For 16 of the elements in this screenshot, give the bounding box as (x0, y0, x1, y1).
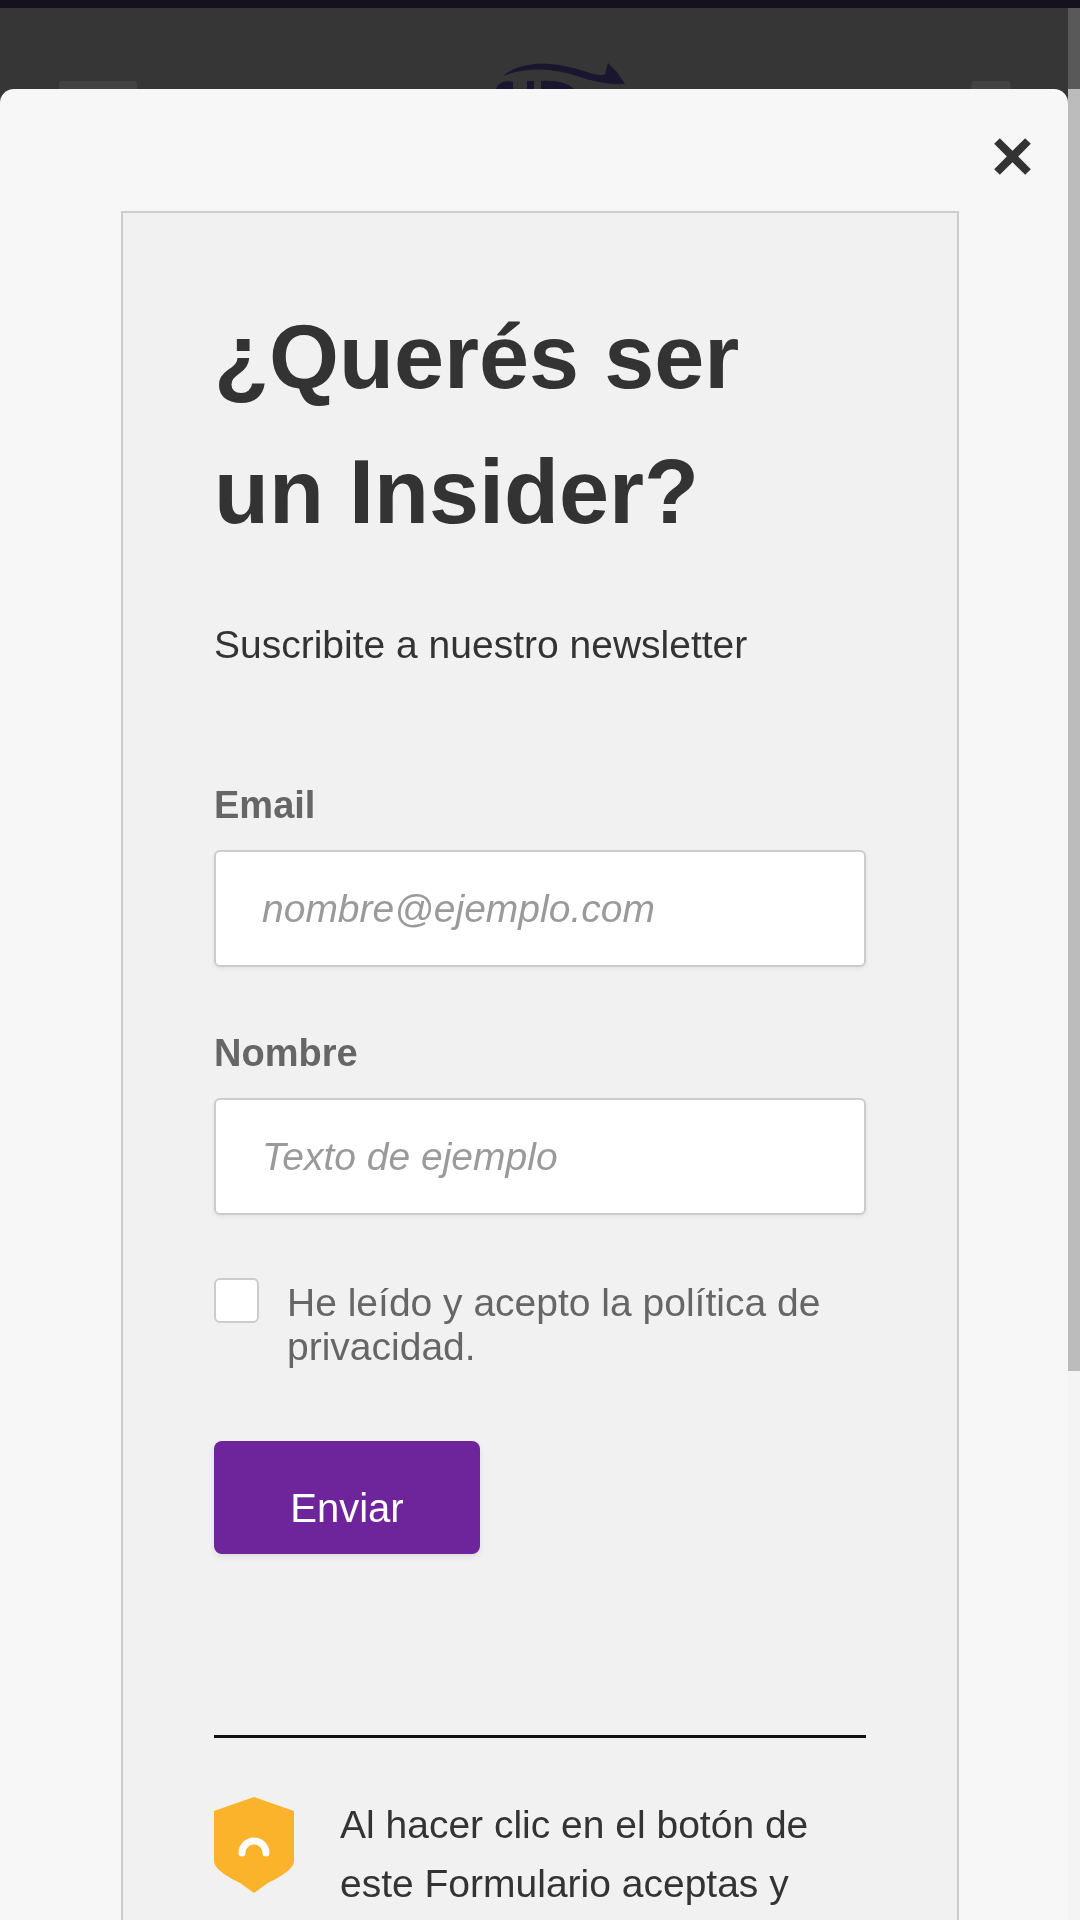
form-subtitle: Suscribite a nuestro newsletter (214, 622, 749, 668)
shield-icon (214, 1797, 294, 1893)
checkbox[interactable] (214, 1278, 259, 1323)
submit-button[interactable]: Enviar (214, 1441, 480, 1554)
input-field[interactable]: Texto de ejemplo (214, 1098, 866, 1215)
profile-icon[interactable] (971, 81, 1011, 89)
menu-icon[interactable] (59, 81, 137, 89)
scrollbar-thumb[interactable] (1068, 8, 1080, 1371)
input-field[interactable]: nombre@ejemplo.com (214, 850, 866, 967)
close-button[interactable] (994, 138, 1031, 175)
consent-label: He leído y acepto la política de privacidad. (287, 1281, 822, 1369)
close-icon (994, 138, 1031, 175)
field-label: Nombre (214, 1031, 358, 1075)
form-title: ¿Querés ser un Insider? (214, 306, 741, 544)
legal-notice: Al hacer clic en el botón de este Formulario aceptas y (340, 1802, 810, 1907)
field-label: Email (214, 783, 316, 827)
